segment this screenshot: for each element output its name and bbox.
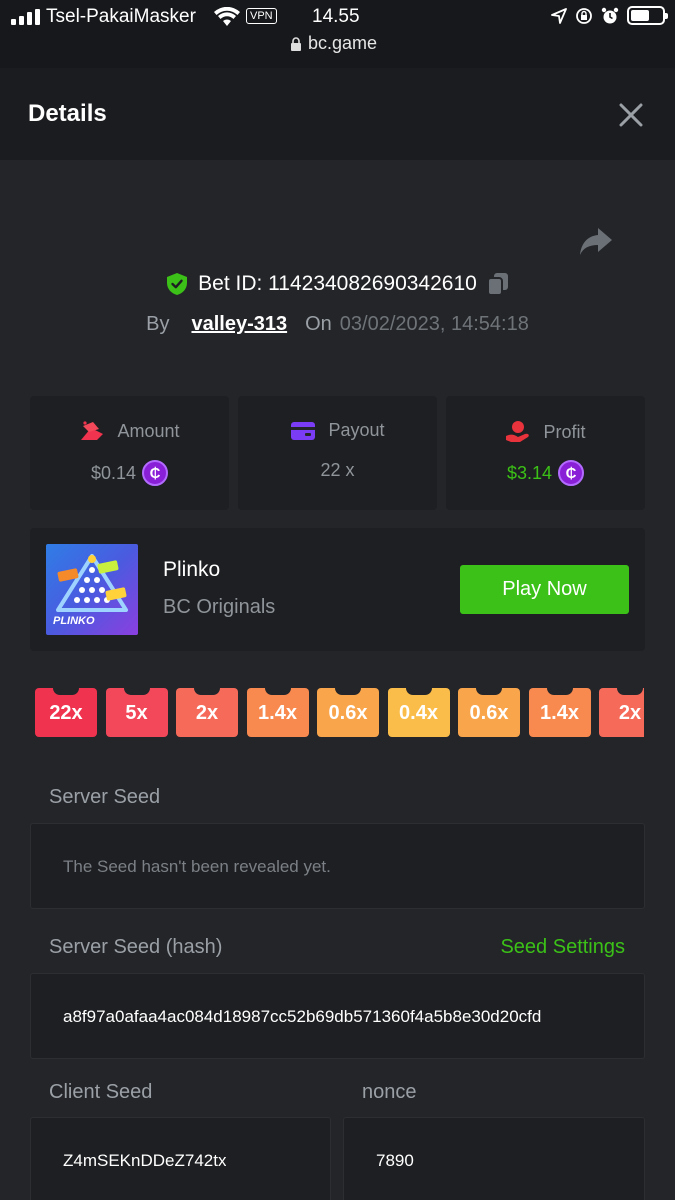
copy-icon[interactable]	[486, 272, 509, 296]
profit-icon	[506, 421, 530, 442]
bet-stats: Amount $0.14 ₵ Payout 22 x Profit $3.14 …	[30, 396, 645, 510]
profit-card: Profit $3.14 ₵	[446, 396, 645, 510]
wifi-icon	[214, 7, 240, 26]
nonce-field[interactable]: 7890	[343, 1117, 645, 1200]
client-seed-value: Z4mSEKnDDeZ742tx	[63, 1151, 227, 1170]
url-text: bc.game	[308, 33, 378, 53]
plinko-thumbnail-art: PLINKO	[53, 554, 128, 627]
server-hash-value: a8f97a0afaa4ac084d18987cc52b69db571360f4…	[63, 1007, 542, 1026]
bet-id: Bet ID: 114234082690342610	[198, 272, 477, 295]
payout-label: Payout	[328, 420, 385, 440]
profit-value: $3.14	[506, 462, 553, 483]
multiplier-chip: 0.6x	[458, 688, 520, 737]
battery-level	[631, 10, 649, 21]
carrier-name: Tsel-PakaiMasker	[46, 6, 196, 27]
amount-card: Amount $0.14 ₵	[30, 396, 229, 510]
page-title: Details	[28, 100, 107, 127]
details-header: Details	[0, 68, 675, 160]
server-seed-value: The Seed hasn't been revealed yet.	[63, 857, 331, 876]
game-provider: BC Originals	[163, 596, 276, 618]
share-icon[interactable]	[578, 224, 614, 258]
server-hash-label: Server Seed (hash)	[49, 936, 223, 958]
profit-label: Profit	[543, 421, 586, 442]
thumb-title: PLINKO	[53, 615, 95, 627]
battery-icon	[627, 6, 668, 25]
multiplier-chip: 2x	[176, 688, 238, 737]
amount-value: $0.14	[90, 462, 137, 483]
play-now-button[interactable]: Play Now	[460, 565, 629, 614]
status-icons	[551, 6, 668, 25]
bet-date: 03/02/2023, 14:54:18	[339, 313, 529, 335]
username-link[interactable]: valley-313	[191, 313, 287, 336]
orientation-lock-icon	[576, 7, 592, 24]
payout-icon	[291, 421, 316, 440]
shield-check-icon	[167, 273, 188, 295]
lock-icon	[291, 36, 301, 51]
multiplier-chip: 2x	[599, 688, 644, 737]
multiplier-chip: 1.4x	[246, 688, 309, 737]
nonce-label: nonce	[362, 1081, 417, 1103]
seed-settings-link[interactable]: Seed Settings	[500, 936, 625, 959]
game-card: PLINKO Plinko BC Originals Play Now	[30, 528, 645, 651]
client-seed-label: Client Seed	[49, 1081, 153, 1103]
server-hash-field[interactable]: a8f97a0afaa4ac084d18987cc52b69db571360f4…	[30, 973, 645, 1059]
coin-icon: ₵	[558, 460, 585, 486]
bet-id-row: Bet ID: 114234082690342610	[0, 272, 675, 296]
server-seed-field: The Seed hasn't been revealed yet.	[30, 823, 645, 909]
vpn-badge: VPN	[246, 8, 277, 24]
bet-author-row: By valley-313 On 03/02/2023, 14:54:18	[0, 313, 675, 336]
payout-card: Payout 22 x	[238, 396, 437, 510]
multiplier-chip: 5x	[105, 688, 168, 737]
server-seed-label: Server Seed	[49, 786, 161, 808]
amount-icon	[81, 421, 104, 440]
multiplier-row: 22x 5x 2x 1.4x 0.6x 0.4x 0.6x 1.4x 2x	[35, 688, 644, 737]
status-bar: Tsel-PakaiMasker VPN 14.55 bc.game	[0, 0, 675, 68]
nonce-value: 7890	[376, 1151, 414, 1170]
multiplier-chip: 22x	[35, 688, 97, 737]
multiplier-chip: 0.4x	[387, 688, 450, 737]
url-bar[interactable]: bc.game	[290, 33, 377, 54]
coin-icon: ₵	[142, 460, 169, 486]
client-seed-field[interactable]: Z4mSEKnDDeZ742tx	[30, 1117, 331, 1200]
alarm-icon	[601, 7, 619, 23]
game-name: Plinko	[163, 558, 221, 581]
multiplier-chip: 0.6x	[317, 688, 379, 737]
payout-value: 22 x	[320, 460, 355, 480]
clock: 14.55	[312, 6, 360, 27]
on-label: On	[305, 313, 332, 335]
multiplier-chip: 1.4x	[528, 688, 591, 737]
signal-icon	[11, 9, 40, 25]
by-label: By	[146, 313, 170, 335]
close-icon[interactable]	[617, 101, 645, 129]
location-icon	[551, 7, 567, 24]
amount-label: Amount	[117, 420, 180, 441]
game-thumbnail[interactable]: PLINKO	[46, 544, 138, 635]
